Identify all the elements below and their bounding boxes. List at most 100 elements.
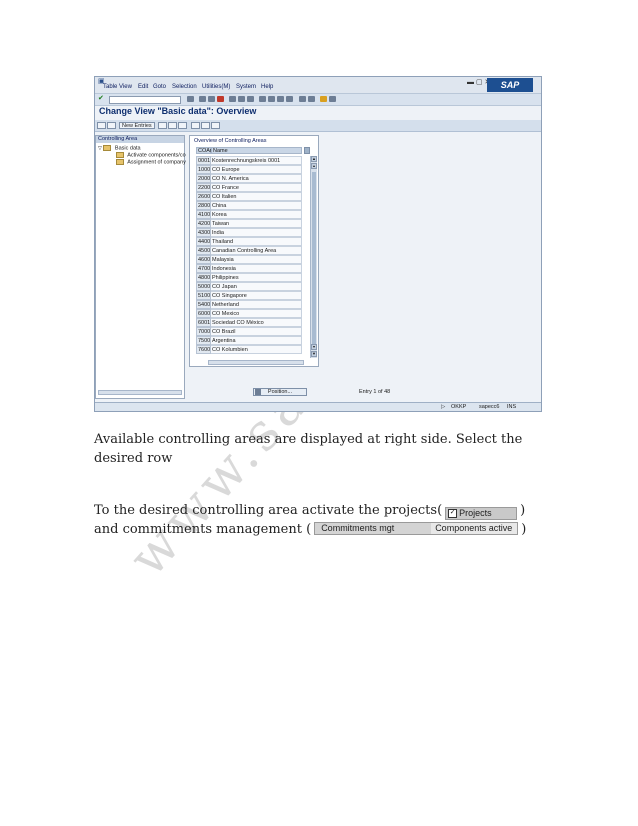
scroll-up-icon[interactable]: ▲ [311, 156, 317, 162]
table-horizontal-scrollbar[interactable] [208, 360, 304, 365]
cell-coar[interactable]: 1000 [196, 165, 211, 174]
cell-name[interactable]: Netherland [211, 300, 302, 309]
page-down-icon[interactable]: ▾ [311, 344, 317, 350]
last-page-icon[interactable] [286, 96, 293, 102]
cell-name[interactable]: CO N. America [211, 174, 302, 183]
cell-coar[interactable]: 6001 [196, 318, 211, 327]
cell-name[interactable]: Korea [211, 210, 302, 219]
menu-table-view[interactable]: Table View [103, 84, 132, 90]
cell-name[interactable]: Argentina [211, 336, 302, 345]
table-row[interactable]: 4700 Indonesia [196, 264, 302, 273]
cell-coar[interactable]: 4600 [196, 255, 211, 264]
tree-node-basic-data[interactable]: ▽ Basic data [98, 145, 141, 151]
menu-system[interactable]: System [236, 84, 256, 90]
other-icon[interactable] [107, 122, 116, 129]
cell-name[interactable]: CO Singapore [211, 291, 302, 300]
cell-name[interactable]: Sociedad CO México [211, 318, 302, 327]
table-row[interactable]: 7600 CO Kolumbien [196, 345, 302, 354]
command-field[interactable] [109, 96, 181, 104]
scroll-thumb[interactable] [312, 172, 316, 348]
copy-icon[interactable] [158, 122, 167, 129]
layout-icon[interactable] [329, 96, 336, 102]
table-row[interactable]: 4500 Canadian Controlling Area [196, 246, 302, 255]
status-triangle-icon[interactable]: ▷ [441, 403, 445, 411]
table-vertical-scrollbar[interactable]: ▲ ▴ ▾ ▼ [310, 156, 317, 358]
cell-coar[interactable]: 4500 [196, 246, 211, 255]
cell-name[interactable]: India [211, 228, 302, 237]
shortcut-icon[interactable] [308, 96, 315, 102]
cell-coar[interactable]: 5000 [196, 282, 211, 291]
cell-name[interactable]: CO Italien [211, 192, 302, 201]
cell-name[interactable]: Taiwan [211, 219, 302, 228]
cell-coar[interactable]: 4400 [196, 237, 211, 246]
table-row[interactable]: 4300 India [196, 228, 302, 237]
cell-name[interactable]: CO Japan [211, 282, 302, 291]
table-row[interactable]: 5000 CO Japan [196, 282, 302, 291]
cell-name[interactable]: Thailand [211, 237, 302, 246]
cell-coar[interactable]: 4100 [196, 210, 211, 219]
cell-coar[interactable]: 5100 [196, 291, 211, 300]
cell-name[interactable]: CO Kolumbien [211, 345, 302, 354]
help-icon[interactable] [320, 96, 327, 102]
print-icon[interactable] [229, 96, 236, 102]
column-header-coar[interactable]: COAr [196, 147, 212, 154]
cell-name[interactable]: Kostenrechnungskreis 0001 [211, 156, 302, 165]
table-row[interactable]: 5400 Netherland [196, 300, 302, 309]
menu-goto[interactable]: Goto [153, 84, 166, 90]
find-next-icon[interactable] [247, 96, 254, 102]
cell-name[interactable]: CO Mexico [211, 309, 302, 318]
table-row[interactable]: 6000 CO Mexico [196, 309, 302, 318]
cell-coar[interactable]: 4200 [196, 219, 211, 228]
table-row[interactable]: 4800 Philippines [196, 273, 302, 282]
exit-icon[interactable] [208, 96, 215, 102]
cell-coar[interactable]: 4700 [196, 264, 211, 273]
next-page-icon[interactable] [277, 96, 284, 102]
cell-name[interactable]: CO Europe [211, 165, 302, 174]
cell-name[interactable]: CO Brazil [211, 327, 302, 336]
tree-horizontal-scrollbar[interactable] [98, 390, 182, 395]
menu-utilities[interactable]: Utilities(M) [202, 84, 230, 90]
cell-coar[interactable]: 5400 [196, 300, 211, 309]
table-row[interactable]: 7000 CO Brazil [196, 327, 302, 336]
menu-selection[interactable]: Selection [172, 84, 197, 90]
table-row[interactable]: 2600 CO Italien [196, 192, 302, 201]
tree-node-assignment-company[interactable]: Assignment of company [116, 159, 186, 165]
page-up-icon[interactable]: ▴ [311, 163, 317, 169]
cell-coar[interactable]: 7500 [196, 336, 211, 345]
table-row[interactable]: 2000 CO N. America [196, 174, 302, 183]
table-row[interactable]: 7500 Argentina [196, 336, 302, 345]
cell-coar[interactable]: 2800 [196, 201, 211, 210]
cell-coar[interactable]: 2000 [196, 174, 211, 183]
save-icon[interactable] [187, 96, 194, 102]
cell-name[interactable]: Canadian Controlling Area [211, 246, 302, 255]
tree-node-activate-components[interactable]: Activate components/co [116, 152, 186, 158]
cell-coar[interactable]: 2200 [196, 183, 211, 192]
cell-name[interactable]: CO France [211, 183, 302, 192]
display-change-icon[interactable] [97, 122, 106, 129]
select-block-icon[interactable] [201, 122, 210, 129]
cell-coar[interactable]: 7600 [196, 345, 211, 354]
table-row[interactable]: 2200 CO France [196, 183, 302, 192]
cell-coar[interactable]: 4800 [196, 273, 211, 282]
cell-name[interactable]: Philippines [211, 273, 302, 282]
cell-name[interactable]: Indonesia [211, 264, 302, 273]
table-row[interactable]: 0001 Kostenrechnungskreis 0001 [196, 156, 302, 165]
cell-coar[interactable]: 6000 [196, 309, 211, 318]
table-row[interactable]: 4200 Taiwan [196, 219, 302, 228]
find-icon[interactable] [238, 96, 245, 102]
cell-coar[interactable]: 2600 [196, 192, 211, 201]
table-row[interactable]: 1000 CO Europe [196, 165, 302, 174]
undo-icon[interactable] [178, 122, 187, 129]
previous-page-icon[interactable] [268, 96, 275, 102]
table-row[interactable]: 5100 CO Singapore [196, 291, 302, 300]
cancel-icon[interactable] [217, 96, 224, 102]
cell-name[interactable]: China [211, 201, 302, 210]
table-row[interactable]: 4400 Thailand [196, 237, 302, 246]
column-settings-icon[interactable] [304, 147, 310, 154]
menu-edit[interactable]: Edit [138, 84, 148, 90]
delete-icon[interactable] [168, 122, 177, 129]
table-row[interactable]: 2800 China [196, 201, 302, 210]
first-page-icon[interactable] [259, 96, 266, 102]
cell-name[interactable]: Malaysia [211, 255, 302, 264]
table-row[interactable]: 6001 Sociedad CO México [196, 318, 302, 327]
